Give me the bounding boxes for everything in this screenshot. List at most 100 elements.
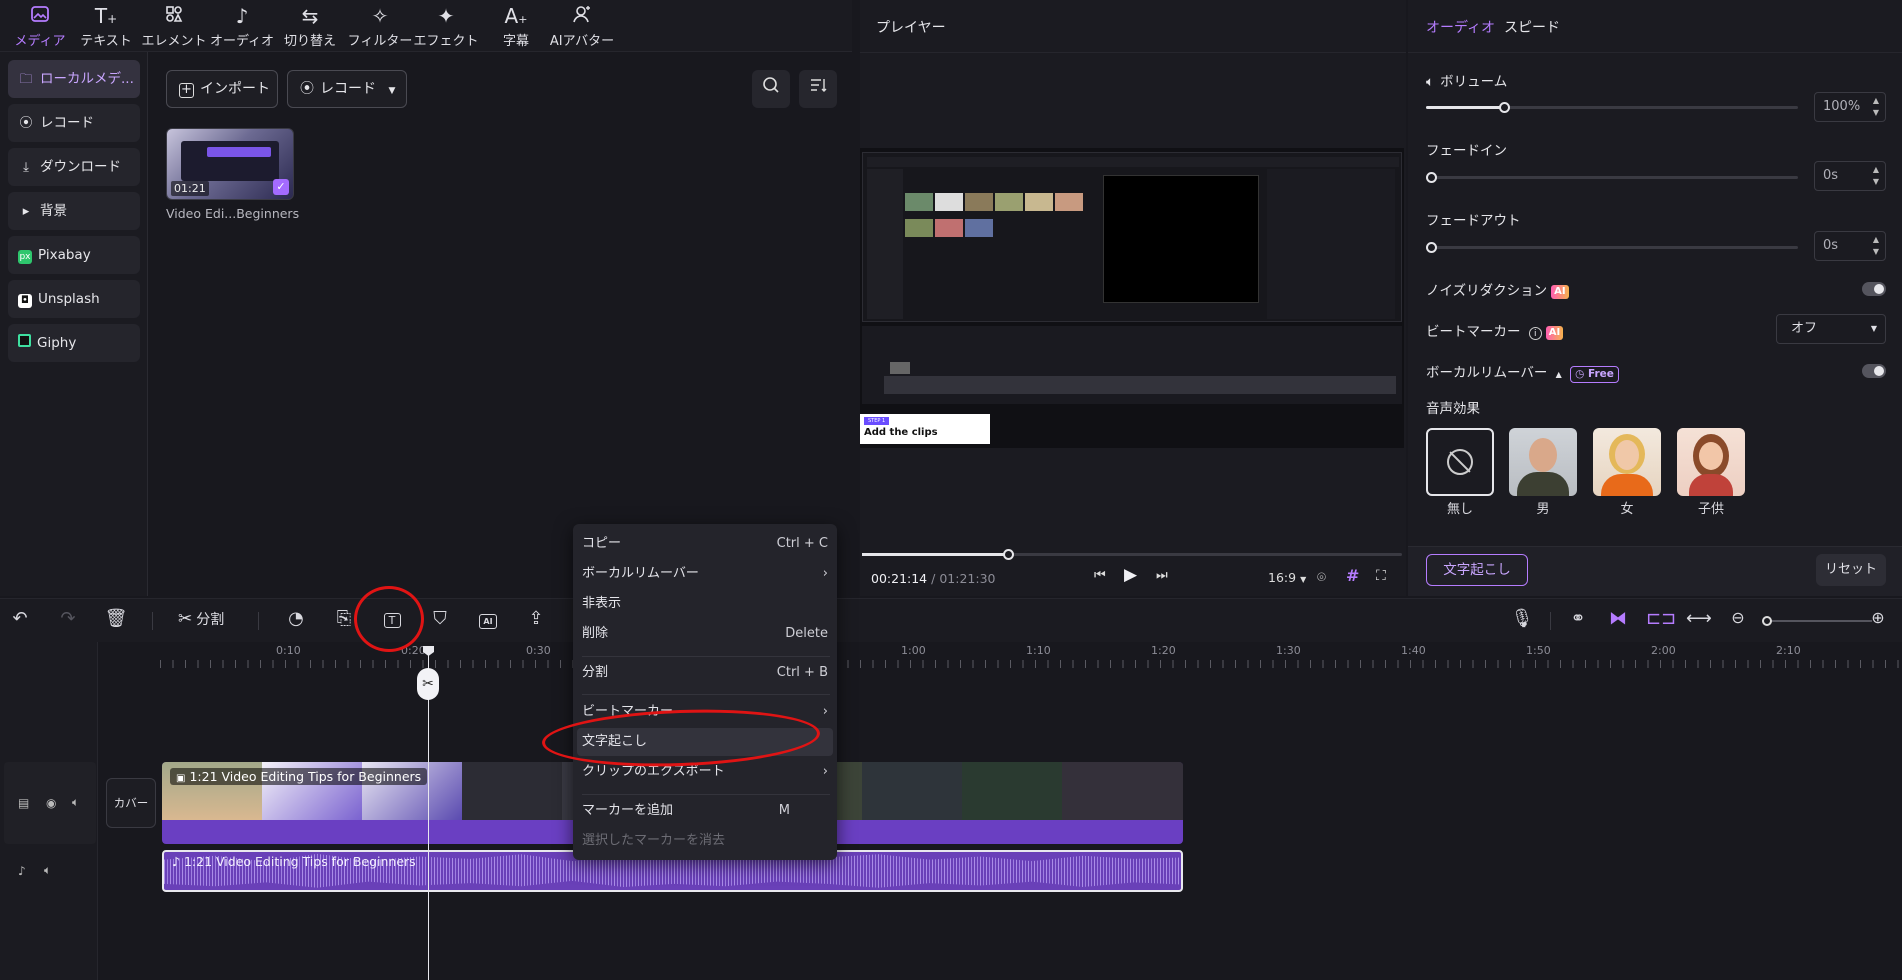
current-time: 00:21:14 bbox=[871, 571, 928, 586]
import-button[interactable]: + インポート bbox=[166, 70, 278, 108]
record-dropdown-button[interactable]: ⦿ レコード ▼ bbox=[287, 70, 407, 108]
microphone-button[interactable]: 🎙︎ bbox=[1510, 608, 1534, 629]
effect-male[interactable] bbox=[1509, 428, 1577, 496]
effect-child[interactable] bbox=[1677, 428, 1745, 496]
effect-female[interactable] bbox=[1593, 428, 1661, 496]
sidebar-item-pixabay[interactable]: px Pixabay bbox=[8, 236, 140, 274]
fade-out-slider-handle[interactable] bbox=[1426, 242, 1437, 253]
ai-chat-icon: AI bbox=[479, 614, 497, 629]
zoom-slider-handle[interactable] bbox=[1762, 616, 1772, 626]
sidebar-item-local-media[interactable]: 🗀 ローカルメデ... bbox=[8, 60, 140, 98]
toolbar-text[interactable]: T+ テキスト bbox=[68, 4, 144, 50]
fade-in-input[interactable]: 0s ▲ ▼ bbox=[1814, 161, 1886, 191]
fade-out-input[interactable]: 0s ▲ ▼ bbox=[1814, 231, 1886, 261]
vocal-remover-toggle[interactable] bbox=[1862, 364, 1886, 378]
prev-frame-button[interactable]: ⏮ bbox=[1094, 568, 1106, 583]
toolbar-effect[interactable]: ✦ エフェクト bbox=[408, 4, 484, 50]
volume-slider[interactable] bbox=[1426, 102, 1798, 113]
search-button[interactable] bbox=[752, 70, 790, 108]
subtitle-clip-button[interactable]: ⎘ bbox=[332, 608, 356, 629]
transcribe-button[interactable]: 文字起こし bbox=[1426, 554, 1528, 586]
sidebar-item-background[interactable]: ▸ 背景 bbox=[8, 192, 140, 230]
menu-item-copy[interactable]: コピー Ctrl + C bbox=[582, 530, 830, 558]
toolbar-media[interactable]: メディア bbox=[2, 4, 78, 50]
reset-button[interactable]: リセット bbox=[1816, 554, 1886, 586]
toolbar-audio[interactable]: ♪ オーディオ bbox=[204, 4, 280, 50]
cover-button[interactable]: カバー bbox=[106, 778, 156, 828]
toolbar-transition-label: 切り替え bbox=[283, 34, 336, 49]
film-icon[interactable]: ▤ bbox=[18, 796, 29, 810]
speaker-icon[interactable]: 🔈︎ bbox=[72, 795, 79, 810]
shield-button[interactable]: ⛉ bbox=[428, 608, 452, 629]
split-track-button[interactable]: ⊏⊐ bbox=[1646, 608, 1676, 629]
track-split-icon: ⊏⊐ bbox=[1646, 608, 1677, 629]
sidebar-item-giphy[interactable]: Giphy bbox=[8, 324, 140, 362]
sort-button[interactable] bbox=[799, 70, 837, 108]
media-clip-thumbnail[interactable]: 01:21 ✓ bbox=[166, 128, 294, 200]
grid-button[interactable]: # bbox=[1346, 566, 1359, 585]
tab-audio[interactable]: オーディオ bbox=[1426, 17, 1495, 37]
toolbar-subtitle[interactable]: A+ 字幕 bbox=[478, 4, 554, 50]
beat-marker-select[interactable]: オフ ▼ bbox=[1776, 314, 1886, 344]
vocal-remover-label: ボーカルリムーバー ▲ ◷ Free bbox=[1426, 361, 1619, 383]
split-button[interactable]: ✂ 分割 bbox=[178, 609, 224, 629]
toolbar-ai-avatar[interactable]: AIアバター bbox=[544, 4, 620, 50]
undo-icon: ↶ bbox=[12, 608, 28, 629]
fade-in-slider-handle[interactable] bbox=[1426, 172, 1437, 183]
player-progress-handle[interactable] bbox=[1002, 549, 1014, 560]
zoom-in-button[interactable]: ⊕ bbox=[1866, 608, 1890, 627]
menu-item-split[interactable]: 分割 Ctrl + B bbox=[582, 659, 830, 687]
speedometer-icon: ◔ bbox=[288, 608, 304, 629]
export-clip-button[interactable]: ⇪ bbox=[524, 608, 548, 629]
fit-button[interactable]: ⟷ bbox=[1686, 608, 1712, 629]
sidebar-item-record[interactable]: ⦿ レコード bbox=[8, 104, 140, 142]
ai-caption-button[interactable]: AI bbox=[476, 608, 500, 629]
chevron-up-icon: ▲ bbox=[1555, 370, 1562, 379]
menu-separator bbox=[582, 656, 830, 657]
menu-item-delete[interactable]: 削除 Delete bbox=[582, 620, 830, 648]
snapshot-button[interactable]: ⌾ bbox=[1317, 568, 1326, 586]
noise-reduction-toggle[interactable] bbox=[1862, 282, 1886, 296]
menu-item-vocal-remover[interactable]: ボーカルリムーバー › bbox=[582, 560, 830, 588]
toolbar-element[interactable]: エレメント bbox=[136, 4, 212, 50]
volume-input[interactable]: 100% ▲ ▼ bbox=[1814, 92, 1886, 122]
toolbar-filter-label: フィルター bbox=[347, 34, 413, 49]
player-preview[interactable]: STEP 1 Add the clips bbox=[860, 148, 1404, 448]
menu-item-hide[interactable]: 非表示 bbox=[582, 590, 830, 618]
toolbar-transition[interactable]: ⇆ 切り替え bbox=[272, 4, 348, 50]
eye-icon[interactable]: ◉ bbox=[46, 796, 56, 810]
undo-button[interactable]: ↶ bbox=[8, 608, 32, 629]
zoom-out-button[interactable]: ⊖ bbox=[1726, 608, 1750, 627]
speaker-icon[interactable]: 🔈︎ bbox=[44, 863, 51, 878]
tab-speed[interactable]: スピード bbox=[1504, 17, 1560, 37]
menu-item-add-marker[interactable]: マーカーを追加 M bbox=[582, 797, 830, 825]
preview-track bbox=[884, 376, 1396, 394]
snap-button[interactable]: ⧓ bbox=[1606, 608, 1630, 629]
sidebar-item-download[interactable]: ⤓ ダウンロード bbox=[8, 148, 140, 186]
preview-caption-card: STEP 1 Add the clips bbox=[860, 414, 990, 444]
player-progress-bar[interactable] bbox=[862, 549, 1402, 560]
text-icon: T+ bbox=[94, 4, 118, 28]
fade-in-slider[interactable] bbox=[1426, 172, 1798, 183]
fullscreen-button[interactable]: ⛶ bbox=[1376, 568, 1386, 584]
ruler-label: 1:10 bbox=[1026, 644, 1051, 657]
fade-out-slider[interactable] bbox=[1426, 242, 1798, 253]
menu-item-clear-markers[interactable]: 選択したマーカーを消去 bbox=[582, 827, 830, 855]
shield-icon: ⛉ bbox=[433, 608, 447, 629]
delete-button[interactable]: 🗑︎ bbox=[104, 608, 128, 629]
zoom-slider[interactable] bbox=[1762, 616, 1872, 626]
effect-none[interactable] bbox=[1426, 428, 1494, 496]
preview-thumb bbox=[1055, 193, 1083, 211]
next-frame-button[interactable]: ⏭ bbox=[1156, 568, 1168, 583]
toolbar-filter[interactable]: ✧ フィルター bbox=[342, 4, 418, 50]
scissors-icon: ✂ bbox=[422, 676, 434, 692]
check-icon: ✓ bbox=[273, 179, 289, 195]
sidebar-item-unsplash[interactable]: ◘ Unsplash bbox=[8, 280, 140, 318]
play-button[interactable]: ▶ bbox=[1124, 565, 1137, 585]
aspect-ratio-select[interactable]: 16:9 ▼ bbox=[1268, 570, 1306, 585]
playhead-split-handle[interactable]: ✂ bbox=[417, 668, 439, 700]
aspect-ratio-value: 16:9 bbox=[1268, 570, 1297, 585]
link-button[interactable]: ⚭ bbox=[1566, 608, 1590, 629]
speed-button[interactable]: ◔ bbox=[284, 608, 308, 629]
redo-button[interactable]: ↷ bbox=[56, 608, 80, 629]
